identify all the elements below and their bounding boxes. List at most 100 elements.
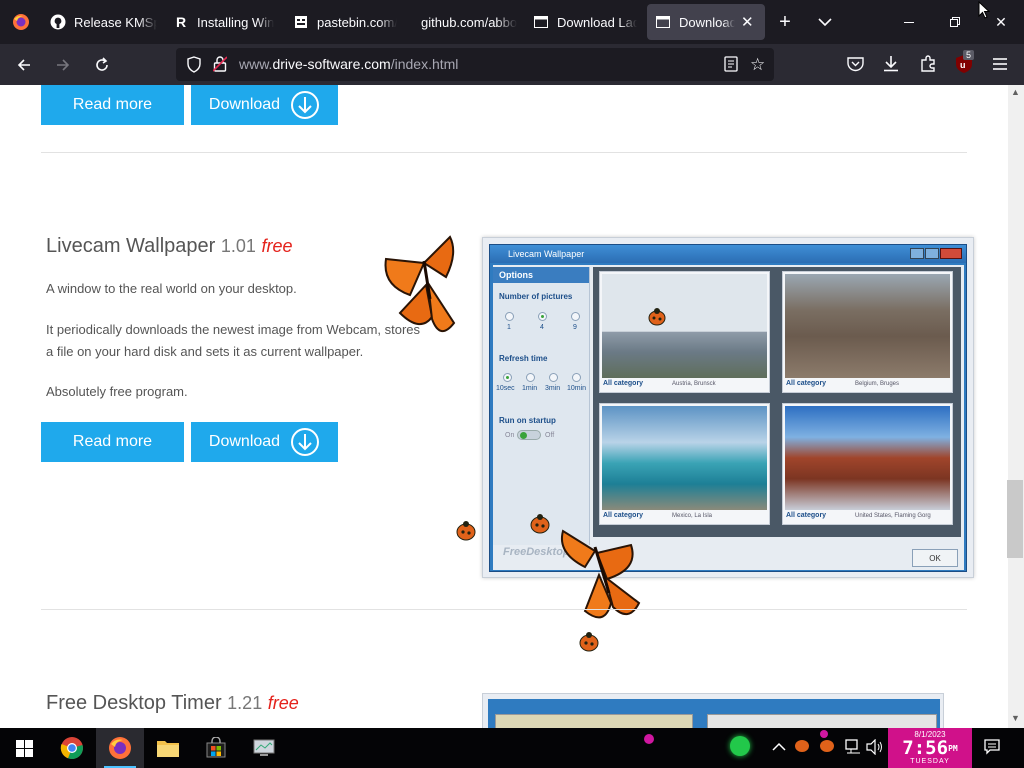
restore-button[interactable] (932, 0, 978, 44)
downloads-icon[interactable] (883, 55, 899, 77)
minimize-button[interactable] (886, 0, 932, 44)
ladybug-icon (579, 632, 599, 652)
ladybug-icon (648, 308, 666, 326)
reader-view-icon[interactable] (724, 56, 738, 77)
scroll-down-icon[interactable]: ▼ (1011, 713, 1020, 723)
radio-1 (505, 312, 514, 321)
close-icon: ✕ (995, 13, 1007, 30)
windows-taskbar (0, 728, 1024, 768)
windows-logo-icon (15, 739, 33, 757)
chevron-up-icon[interactable] (772, 739, 786, 757)
tab-download-lad[interactable]: Download Lad (525, 0, 645, 44)
opt-10sec: 10sec (496, 385, 515, 392)
tab-label: Installing Win (197, 14, 275, 30)
forward-arrow-icon (57, 58, 70, 71)
product-title-livecam: Livecam Wallpaper 1.01 free (46, 235, 293, 258)
plus-icon: + (779, 10, 791, 33)
clock-time-row: 7:56PM (888, 739, 972, 758)
firefox-menu-button[interactable] (0, 0, 42, 44)
url-prefix: www. (239, 56, 273, 72)
restore-icon (950, 17, 960, 27)
network-icon[interactable] (845, 739, 861, 760)
divider (41, 152, 967, 153)
list-tabs-button[interactable] (805, 0, 845, 44)
ladybug-tray-icon[interactable] (820, 740, 834, 752)
url-bar[interactable]: www.drive-software.com/index.html ☆ (176, 48, 774, 81)
new-tab-button[interactable]: + (765, 0, 805, 44)
page-scrollbar[interactable]: ▲ ▼ (1008, 85, 1024, 728)
bookmark-star-icon[interactable]: ☆ (750, 55, 765, 75)
webcam-cell: All category Belgium, Bruges (782, 271, 953, 393)
store-taskbar-button[interactable] (192, 728, 240, 768)
forward-button[interactable] (45, 47, 81, 83)
tab-label: Release KMSp (74, 14, 157, 30)
radio-3min (549, 373, 558, 382)
opt-10min: 10min (567, 385, 587, 392)
volume-icon[interactable] (866, 738, 884, 760)
cell-category: All category (786, 512, 827, 519)
minimize-icon (904, 21, 914, 23)
lock-icon[interactable] (212, 56, 228, 77)
reload-icon (96, 56, 108, 71)
download-button-top[interactable]: Download (191, 85, 338, 125)
extensions-icon[interactable] (920, 55, 937, 77)
notifications-icon[interactable] (984, 739, 1000, 760)
radio-4 (538, 312, 547, 321)
pastebin-icon (293, 14, 309, 30)
decorative-glow (644, 734, 654, 744)
product-title-timer: Free Desktop Timer 1.21 free (46, 692, 299, 715)
scrollbar-thumb[interactable] (1007, 480, 1023, 558)
tab-bar: Release KMSp R Installing Win pastebin.c… (0, 0, 1024, 44)
download-button[interactable]: Download (191, 422, 338, 462)
back-button[interactable] (6, 47, 42, 83)
webcam-cell: All category Austria, Brunsck (599, 271, 770, 393)
cell-location: United States, Flaming Gorg (855, 513, 931, 519)
firefox-taskbar-button[interactable] (96, 728, 144, 768)
start-button[interactable] (0, 728, 48, 768)
app-taskbar-button[interactable] (240, 728, 288, 768)
startup-label: Run on startup (499, 416, 556, 425)
opt-1min: 1min (522, 385, 538, 392)
webcam-image-canyon (785, 406, 950, 510)
pocket-icon[interactable] (847, 56, 864, 77)
shield-icon[interactable] (186, 56, 202, 78)
product-desc-3: Absolutely free program. (46, 384, 188, 399)
taskbar-clock[interactable]: 8/1/2023 7:56PM TUESDAY (888, 728, 972, 768)
butterfly-icon (561, 529, 641, 619)
chrome-taskbar-button[interactable] (48, 728, 96, 768)
window-controls (910, 248, 962, 259)
ladybug-tray-icon[interactable] (795, 740, 809, 752)
cell-location: Austria, Brunsck (672, 381, 716, 387)
opt-3min: 3min (545, 385, 561, 392)
app-menu-icon[interactable] (992, 57, 1008, 76)
clock-time: 7:56 (902, 737, 949, 759)
tab-github-abbo[interactable]: github.com/abbo (405, 0, 525, 44)
product-version: 1.01 (220, 236, 256, 256)
monitor-app-icon (253, 739, 275, 756)
refresh-label: Refresh time (499, 354, 548, 363)
close-tab-icon[interactable]: ✕ (741, 13, 754, 31)
webcam-cell: All category United States, Flaming Gorg (782, 403, 953, 525)
read-more-button[interactable]: Read more (41, 422, 184, 462)
page-icon (655, 14, 671, 30)
ok-button: OK (912, 549, 958, 567)
tab-download-active[interactable]: Download A ✕ (647, 4, 765, 40)
tab-installing-win[interactable]: R Installing Win (165, 0, 285, 44)
webcam-image-square (785, 274, 950, 378)
reload-button[interactable] (84, 47, 120, 83)
read-more-button-top[interactable]: Read more (41, 85, 184, 125)
tab-label: github.com/abbo (421, 14, 517, 30)
scroll-up-icon[interactable]: ▲ (1011, 87, 1020, 97)
page-icon (533, 14, 549, 30)
divider (41, 609, 967, 610)
firefox-icon (13, 14, 29, 30)
decorative-glow (730, 736, 750, 756)
tab-release-kmsp[interactable]: Release KMSp (42, 0, 165, 44)
file-explorer-taskbar-button[interactable] (144, 728, 192, 768)
store-icon (206, 737, 226, 758)
clock-ampm: PM (948, 744, 958, 753)
download-arrow-icon (291, 91, 320, 119)
tab-label: Download A (679, 14, 735, 30)
tab-pastebin[interactable]: pastebin.com/ (285, 0, 405, 44)
read-more-label: Read more (72, 96, 153, 113)
